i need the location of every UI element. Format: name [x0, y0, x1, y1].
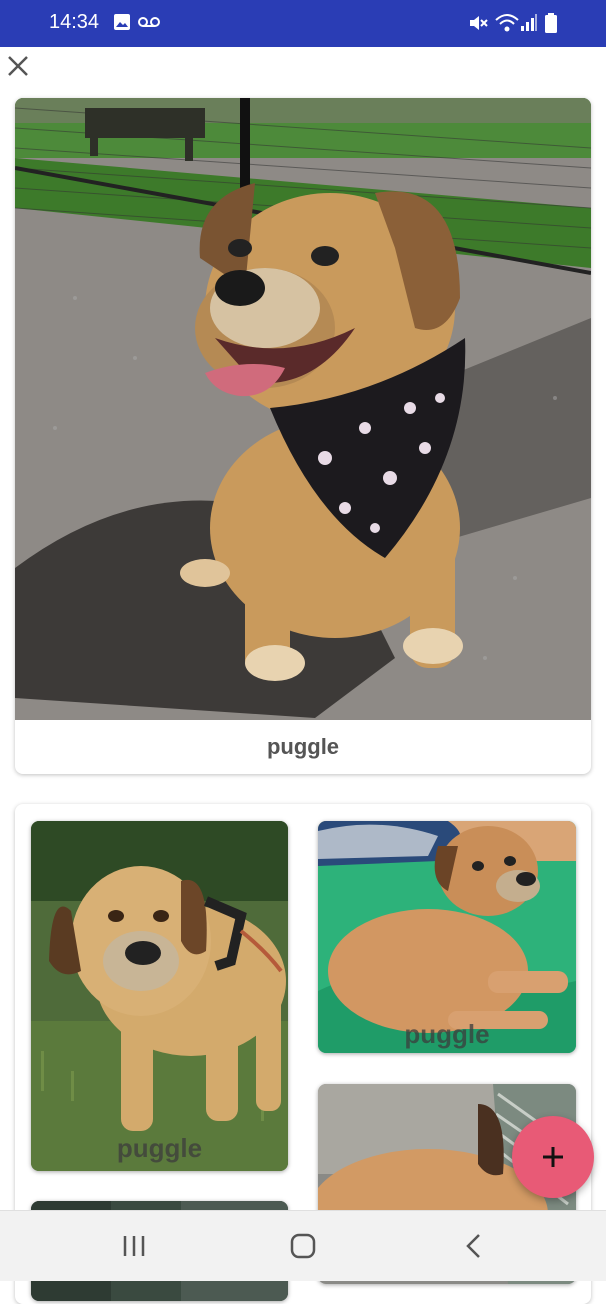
grid-item[interactable]: puggle	[318, 821, 576, 1053]
image-icon	[114, 14, 130, 30]
grid-caption: puggle	[116, 1133, 203, 1163]
plus-icon	[543, 1147, 563, 1167]
back-icon[interactable]	[454, 1231, 494, 1261]
system-nav-bar	[0, 1210, 606, 1281]
home-icon[interactable]	[283, 1231, 323, 1261]
close-icon[interactable]	[4, 52, 32, 80]
featured-caption: puggle	[266, 734, 340, 759]
status-bar: 14:34	[0, 0, 606, 47]
signal-icon	[521, 14, 537, 31]
featured-card[interactable]: puggle	[15, 98, 591, 774]
battery-icon	[545, 13, 557, 33]
status-time: 14:34	[49, 11, 100, 33]
grid-item[interactable]: puggle	[31, 821, 288, 1171]
add-photo-button[interactable]	[512, 1116, 594, 1198]
featured-photo	[15, 98, 591, 720]
recent-apps-icon[interactable]	[114, 1231, 154, 1261]
grid-caption: puggle	[404, 1019, 490, 1049]
mute-icon	[470, 16, 488, 30]
grid-photo	[31, 821, 288, 1171]
voicemail-icon	[138, 17, 160, 27]
wifi-icon	[495, 14, 519, 32]
